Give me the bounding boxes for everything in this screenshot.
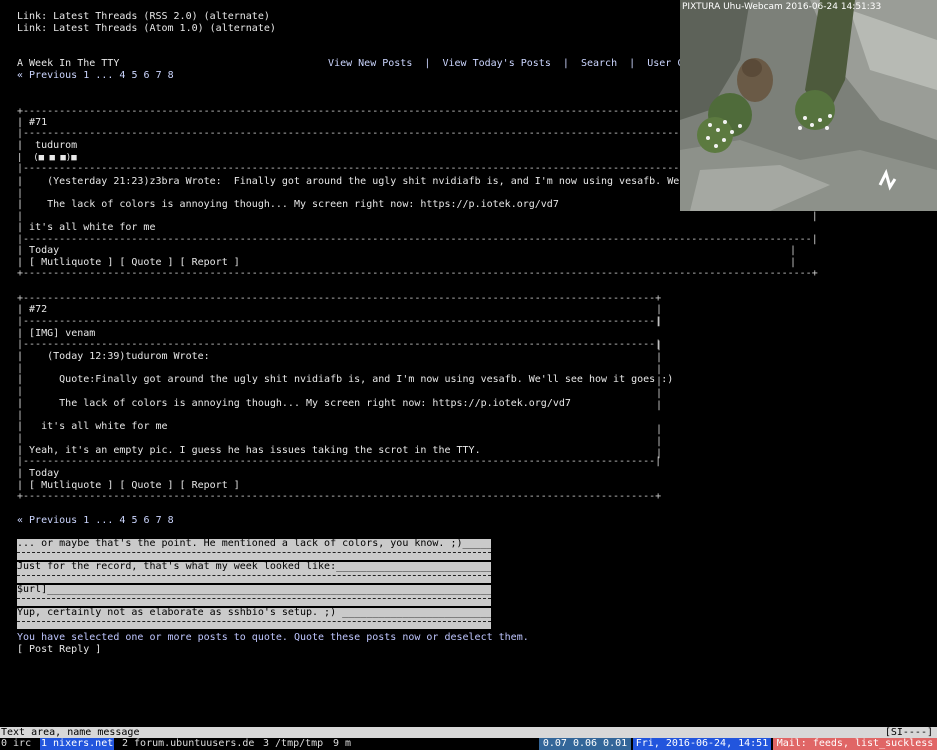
textarea-line[interactable]: ... or maybe that's the point. He mentio… [17,538,499,560]
page-link[interactable]: 6 [144,515,150,526]
box-border: +---------------------------------------… [17,268,818,279]
post-message: | it's all white for me [17,222,156,233]
box-border: | | | | | | | | | | | [656,304,663,459]
status-text: Text area, name message [1,727,140,738]
page-link[interactable]: 1 [83,515,89,526]
box-border: | [17,433,24,444]
nav-separator: | [629,58,636,69]
page-link[interactable]: 4 [119,515,125,526]
pagination-top: « Previous 1 ... 4 5 6 7 8 [17,70,174,82]
box-border: | [790,257,797,268]
quote-notice[interactable]: You have selected one or more posts to q… [17,632,529,644]
box-border: | [17,386,24,397]
box-border: | [790,245,797,256]
load-average: 0.07 0.06 0.01 [539,738,631,750]
tmux-window-active[interactable]: 1 nixers.net [40,738,115,750]
nav-separator: | [424,58,431,69]
webcam-caption: PIXTURA Uhu-Webcam 2016-06-24 14:51:33 [682,2,882,12]
textarea-line[interactable]: Yup, certainly not as elaborate as sshbi… [17,607,505,629]
page-ellipsis: ... [95,515,114,526]
link-rss[interactable]: Link: Latest Threads (RSS 2.0) (alternat… [17,11,270,23]
pagination-prev[interactable]: « Previous [17,70,77,81]
nav-separator: | [562,58,569,69]
webcam-image: PIXTURA Uhu-Webcam 2016-06-24 14:51:33 [680,0,937,211]
page-link[interactable]: 5 [131,515,137,526]
date-time: Fri, 2016-06-24, 14:51 [633,738,771,750]
browser-status-line: Text area, name message [SI----] [0,727,937,738]
page-link[interactable]: 5 [131,70,137,81]
page-link[interactable]: 4 [119,70,125,81]
page-link[interactable]: 7 [156,70,162,81]
nav-view-todays-posts[interactable]: View Today's Posts [442,58,550,69]
page-link[interactable]: 6 [144,70,150,81]
thread-title: A Week In The TTY [17,58,120,69]
page-link[interactable]: 7 [156,515,162,526]
box-border: |---------------------------------------… [17,339,662,350]
tmux-window[interactable]: 3 /tmp/tmp [263,738,323,750]
post-date: | Today [17,245,60,256]
pagination-prev[interactable]: « Previous [17,515,77,526]
nested-quote-body: | The lack of colors is annoying though.… [17,398,571,409]
post-author[interactable]: | tudurom [17,140,77,152]
webcam-photo [680,0,937,211]
box-border: +---------------------------------------… [17,293,662,304]
page-link[interactable]: 1 [83,70,89,81]
tmux-window[interactable]: 0 irc [1,738,31,750]
mail-status: Mail: feeds, list_suckless [773,738,937,750]
box-border: +---------------------------------------… [17,491,662,502]
textarea-line[interactable]: Just for the record, that's what my week… [17,561,499,583]
tmux-status-bar: 0 irc 1 nixers.net 2 forum.ubuntuusers.d… [0,738,937,750]
pagination-bottom: « Previous 1 ... 4 5 6 7 8 [17,515,174,527]
top-nav: View New Posts | View Today's Posts | Se… [316,46,689,70]
inner-reply: | it's all white for me [17,421,168,432]
post-reply-button[interactable]: [ Post Reply ] [17,644,101,656]
nav-search[interactable]: Search [581,58,617,69]
quote-body: | The lack of colors is annoying though.… [17,199,559,210]
textarea-line[interactable]: $url]___________________________________… [17,584,499,606]
tmux-window[interactable]: 9 m [333,738,351,750]
box-border: |---------------------------------------… [17,456,662,467]
avatar: [IMG] [29,328,60,339]
page-link[interactable]: 8 [168,515,174,526]
page-ellipsis: ... [95,70,114,81]
link-atom[interactable]: Link: Latest Threads (Atom 1.0) (alterna… [17,23,276,35]
quote-header: | (Yesterday 21:23)z3bra Wrote: Finally … [17,176,698,187]
page-link[interactable]: 8 [168,70,174,81]
status-mode: [SI----] [884,727,933,738]
post-date: | Today [17,468,60,479]
box-border: |---------------------------------------… [17,316,662,327]
tmux-window[interactable]: 2 forum.ubuntuusers.de [122,738,254,750]
nav-view-new-posts[interactable]: View New Posts [328,58,412,69]
nested-quote: | Quote:Finally got around the ugly shit… [17,374,674,385]
quote-header: | (Today 12:39)tudurom Wrote: [17,351,210,362]
box-border: |---------------------------------------… [17,234,818,245]
post-number: | #72 [17,304,48,315]
